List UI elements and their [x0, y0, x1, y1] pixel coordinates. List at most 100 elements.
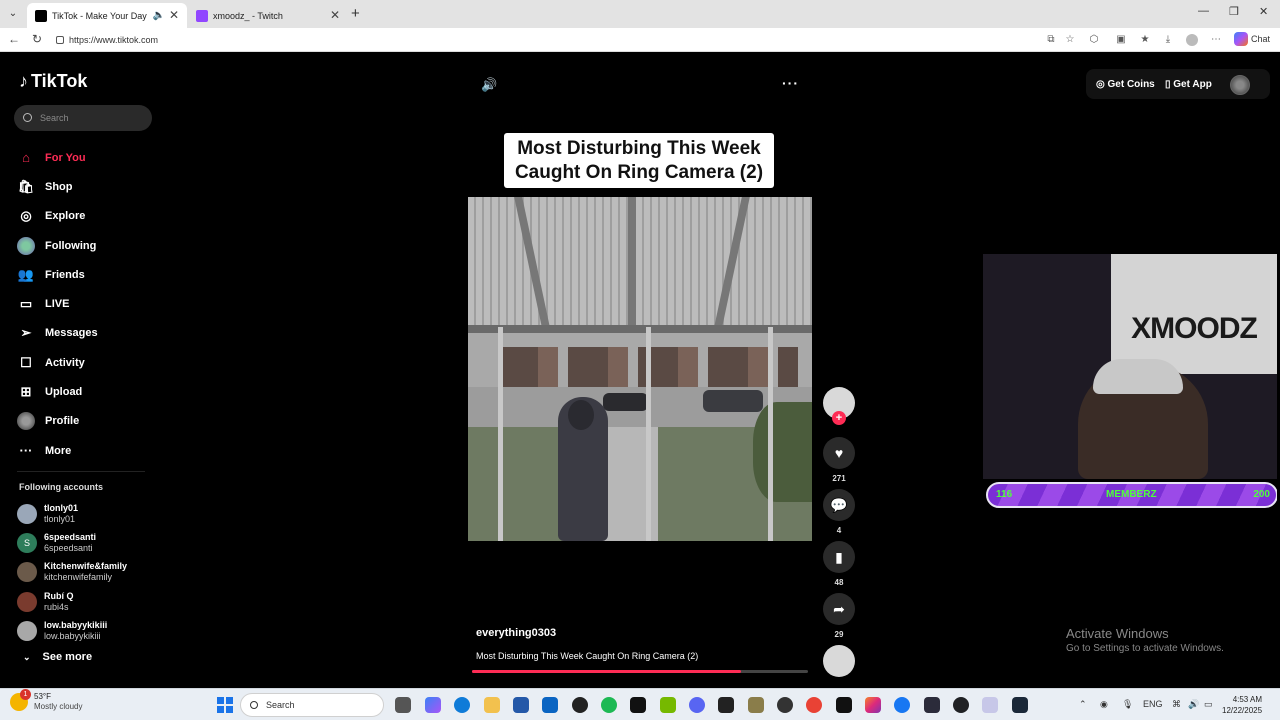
- app-icon[interactable]: [953, 697, 969, 713]
- close-window-icon[interactable]: ✕: [1259, 5, 1268, 18]
- comment-count: 4: [836, 526, 842, 535]
- copilot-icon[interactable]: [425, 697, 441, 713]
- sidebar-item-for-you[interactable]: ⌂ For You: [17, 143, 157, 172]
- taskbar-search-input[interactable]: Search: [240, 693, 384, 717]
- sidebar-item-messages[interactable]: ➢ Messages: [17, 319, 157, 348]
- open-in-app-icon[interactable]: ⧉: [1045, 34, 1057, 46]
- profile-icon[interactable]: [1186, 34, 1198, 46]
- account-handle: kitchenwifefamily: [44, 572, 113, 583]
- follow-plus-icon[interactable]: +: [832, 411, 846, 425]
- following-account-item[interactable]: tlonly01 tlonly01: [17, 499, 157, 528]
- url-field[interactable]: https://www.tiktok.com: [56, 31, 1036, 49]
- sidebar-item-shop[interactable]: 🛍 Shop: [17, 172, 157, 201]
- new-tab-button[interactable]: +: [351, 5, 360, 22]
- network-icon[interactable]: ⌘: [1172, 699, 1181, 710]
- tab-tiktok[interactable]: TikTok - Make Your Day 🔈 ✕: [27, 3, 187, 28]
- app-icon[interactable]: [924, 697, 940, 713]
- speaker-icon[interactable]: 🔈: [153, 10, 165, 21]
- refresh-icon[interactable]: ↻: [32, 32, 42, 46]
- compass-icon: ◎: [20, 208, 32, 224]
- split-screen-icon[interactable]: ▣: [1115, 34, 1127, 46]
- sound-disc-avatar[interactable]: [823, 645, 855, 677]
- following-account-item[interactable]: Rubí Qrubi4s: [17, 587, 157, 616]
- tiktok-logo[interactable]: ♪ TikTok: [19, 71, 87, 92]
- activate-windows-subtitle: Go to Settings to activate Windows.: [1066, 643, 1224, 654]
- account-name: Rubí Q: [44, 590, 74, 601]
- steam-icon[interactable]: [1012, 697, 1028, 713]
- creator-avatar[interactable]: +: [823, 387, 855, 425]
- sidebar-item-more[interactable]: ··· More: [17, 436, 157, 465]
- like-button[interactable]: ♥ 271: [823, 437, 855, 483]
- facebook-icon[interactable]: [894, 697, 910, 713]
- get-coins-button[interactable]: ◎ Get Coins: [1096, 79, 1155, 90]
- sidebar-item-profile[interactable]: Profile: [17, 407, 157, 436]
- video-player[interactable]: [468, 197, 812, 541]
- bookmark-icon: ▮: [823, 541, 855, 573]
- sidebar-item-friends[interactable]: 👥 Friends: [17, 260, 157, 289]
- video-progress-bar[interactable]: [472, 670, 808, 673]
- user-avatar[interactable]: [1230, 75, 1250, 95]
- language-indicator[interactable]: ENG: [1143, 699, 1163, 709]
- close-tab-icon[interactable]: ✕: [330, 8, 340, 22]
- tab-list-chevron-icon[interactable]: ⌄: [5, 6, 21, 22]
- outlook-icon[interactable]: [542, 697, 558, 713]
- weather-widget[interactable]: 1 53°F Mostly cloudy: [10, 689, 82, 712]
- favorites-icon[interactable]: ★: [1139, 34, 1151, 46]
- following-account-item[interactable]: Kitchenwife&family kitchenwifefamily: [17, 558, 157, 587]
- discord-icon[interactable]: [689, 697, 705, 713]
- following-account-item[interactable]: low.babyykikiii low.babyykikiii: [17, 616, 157, 645]
- following-account-item[interactable]: S 6speedsanti 6speedsanti: [17, 528, 157, 557]
- sidebar-item-activity[interactable]: ☐ Activity: [17, 348, 157, 377]
- comment-button[interactable]: 💬 4: [823, 489, 855, 535]
- store-icon[interactable]: [513, 697, 529, 713]
- system-clock[interactable]: 4:53 AM 12/22/2025: [1222, 694, 1262, 716]
- instagram-icon[interactable]: [865, 697, 881, 713]
- minimize-icon[interactable]: —: [1198, 5, 1209, 17]
- file-explorer-icon[interactable]: [484, 697, 500, 713]
- tray-chevron-icon[interactable]: ⌃: [1079, 699, 1087, 710]
- restore-icon[interactable]: ❐: [1229, 5, 1239, 18]
- video-author[interactable]: everything0303: [476, 627, 556, 639]
- friends-icon: 👥: [17, 266, 35, 282]
- copilot-chat-button[interactable]: Chat: [1234, 32, 1270, 46]
- capcut-icon[interactable]: [718, 697, 734, 713]
- save-button[interactable]: ▮ 48: [823, 541, 855, 587]
- tiktok-app-icon[interactable]: [630, 697, 646, 713]
- notepad-icon[interactable]: [982, 697, 998, 713]
- extensions-icon[interactable]: ⬡: [1088, 34, 1100, 46]
- sidebar-item-live[interactable]: ▭ LIVE: [17, 289, 157, 318]
- nvidia-icon[interactable]: [660, 697, 676, 713]
- search-input[interactable]: Search: [14, 105, 152, 131]
- tab-twitch[interactable]: xmoodz_ - Twitch ✕: [188, 3, 348, 28]
- close-tab-icon[interactable]: ✕: [169, 8, 179, 22]
- get-app-button[interactable]: ▯ Get App: [1165, 79, 1212, 90]
- downloads-icon[interactable]: ⤓: [1162, 34, 1174, 46]
- favorite-star-icon[interactable]: ☆: [1064, 34, 1076, 46]
- volume-icon[interactable]: 🔊: [1188, 699, 1199, 710]
- browser-tab-bar: ⌄ TikTok - Make Your Day 🔈 ✕ xmoodz_ - T…: [0, 0, 1280, 28]
- sidebar-item-following[interactable]: Following: [17, 231, 157, 260]
- share-button[interactable]: ➦ 29: [823, 593, 855, 639]
- microphone-icon[interactable]: 🎙: [1122, 699, 1133, 710]
- tray-app-icon[interactable]: ◉: [1100, 699, 1108, 710]
- game-icon[interactable]: [748, 697, 764, 713]
- volume-icon[interactable]: 🔊: [481, 77, 497, 93]
- chrome-icon[interactable]: [806, 697, 822, 713]
- battery-icon[interactable]: ▭: [1204, 699, 1213, 710]
- task-view-icon[interactable]: [395, 697, 411, 713]
- settings-more-icon[interactable]: ⋯: [1210, 34, 1222, 46]
- spotify-icon[interactable]: [601, 697, 617, 713]
- back-arrow-icon[interactable]: ←: [8, 32, 20, 46]
- streamer-cap: [1093, 359, 1183, 394]
- start-button-icon[interactable]: [217, 697, 233, 713]
- tiktok-studio-icon[interactable]: [836, 697, 852, 713]
- more-options-icon[interactable]: ···: [782, 75, 799, 91]
- obs-icon[interactable]: [572, 697, 588, 713]
- app-icon[interactable]: [777, 697, 793, 713]
- edge-icon[interactable]: [454, 697, 470, 713]
- sidebar-item-explore[interactable]: ◎ Explore: [17, 202, 157, 231]
- video-caption: Most Disturbing This Week Caught On Ring…: [476, 651, 699, 661]
- see-more-button[interactable]: ⌄ See more: [23, 651, 92, 663]
- member-goal-bar: 116 MEMBERZ 200: [986, 482, 1277, 508]
- sidebar-item-upload[interactable]: ⊞ Upload: [17, 377, 157, 406]
